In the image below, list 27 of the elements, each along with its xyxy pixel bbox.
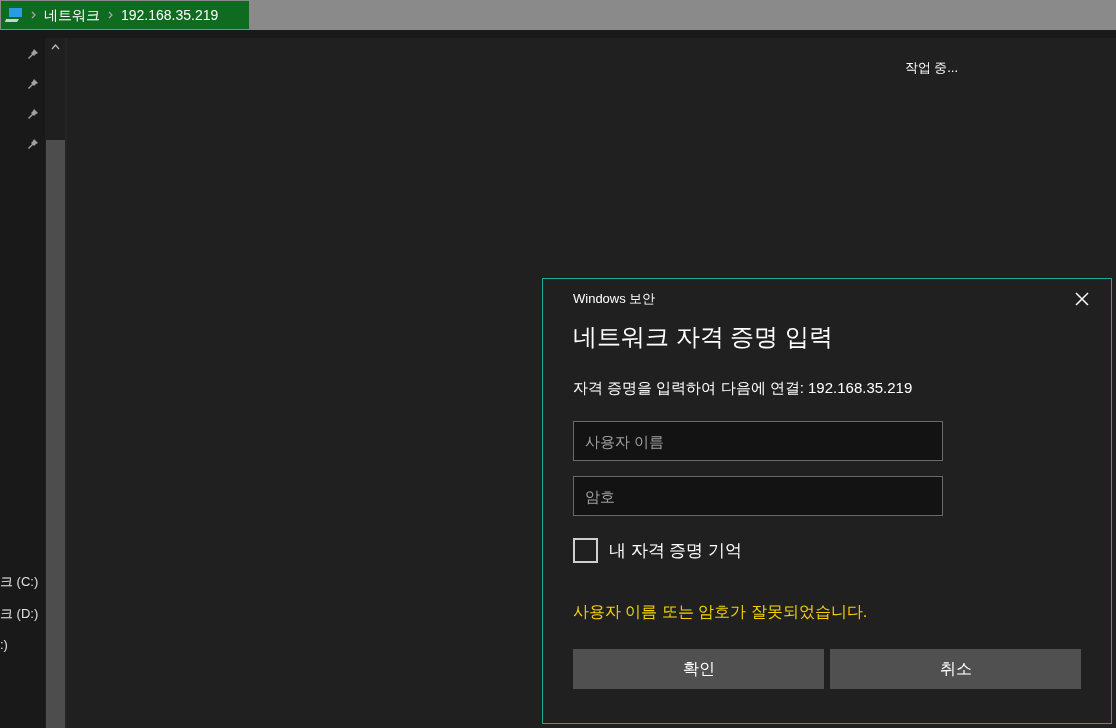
error-message: 사용자 이름 또는 암호가 잘못되었습니다. <box>573 601 869 622</box>
breadcrumb[interactable]: 192.168.35.219 <box>121 4 219 26</box>
checkbox-label[interactable]: 내 자격 증명 기억 <box>609 538 743 564</box>
input-field[interactable]: 암호 <box>573 476 943 516</box>
pin-icon[interactable] <box>27 138 39 150</box>
chevron-icon <box>108 11 113 19</box>
chevron-icon <box>31 11 36 19</box>
drive-label[interactable]: 크 (C:) <box>0 572 39 592</box>
address-bar[interactable]: 네트워크 192.168.35.219 <box>1 1 249 29</box>
dialog-button[interactable]: 취소 <box>830 648 1081 689</box>
status-text: 작업 중... <box>904 59 958 76</box>
close-button[interactable] <box>1075 291 1089 306</box>
pin-icon[interactable] <box>27 48 39 60</box>
dialog-message: 자격 증명을 입력하여 다음에 연결: 192.168.35.219 <box>573 377 914 398</box>
input-field[interactable]: 사용자 이름 <box>573 421 943 461</box>
dialog-app-title: Windows 보안 <box>573 290 656 308</box>
breadcrumb[interactable]: 네트워크 <box>44 4 100 26</box>
checkbox[interactable] <box>573 538 598 564</box>
pin-icon[interactable] <box>27 78 39 90</box>
computer-icon <box>5 7 23 23</box>
scrollbar-thumb[interactable] <box>45 140 65 728</box>
dialog-button[interactable]: 확인 <box>573 648 824 689</box>
drive-label[interactable]: 크 (D:) <box>0 603 39 623</box>
pin-icon[interactable] <box>27 108 39 120</box>
scroll-up-icon[interactable] <box>50 44 60 50</box>
drive-label[interactable]: :) <box>0 635 8 655</box>
dialog-title: 네트워크 자격 증명 입력 <box>573 321 834 352</box>
